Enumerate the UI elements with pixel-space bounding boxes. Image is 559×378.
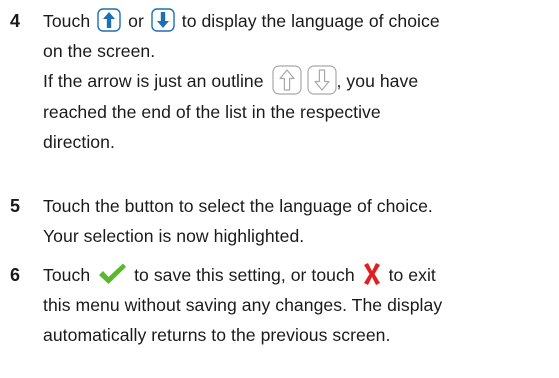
text-segment: to save this setting, or touch [134,265,355,285]
step-line: automatically returns to the previous sc… [43,325,391,345]
step-text: Touch the button to select the language … [43,191,559,251]
step-text: Touch to save this setting, or touch to … [43,260,559,350]
step-line: this menu without saving any changes. Th… [43,295,443,315]
arrow-down-outline-icon [306,65,337,95]
text-segment: or [128,11,144,31]
text-segment: If the arrow is just an outline [43,71,264,91]
text-segment: Touch [43,11,91,31]
checkmark-icon [97,262,127,286]
instruction-page: 4 Touch or to display the language of ch… [0,0,559,378]
arrow-up-filled-icon [97,8,121,33]
step-line: Touch to save this setting, or touch to … [43,260,559,290]
step-line: Your selection is now highlighted. [43,226,305,246]
step-text: Touch or to display the language of choi… [43,6,559,157]
step-number: 6 [10,265,21,285]
step-line: Touch or to display the language of choi… [43,6,559,36]
arrow-down-filled-icon [151,8,175,33]
step-line: direction. [43,132,115,153]
step-number: 4 [10,11,21,31]
step-line: Touch the button to select the language … [43,196,433,216]
text-segment: to exit [388,265,436,285]
step-number: 5 [10,196,21,216]
text-segment: to display the language of choice [181,11,440,31]
step-line: on the screen. [43,41,156,61]
arrow-up-outline-icon [271,65,302,95]
text-segment: Touch [43,265,91,285]
step-line: If the arrow is just an outline , you ha… [43,65,559,97]
step-line: reached the end of the list in the respe… [43,102,381,123]
cross-icon [362,262,382,286]
text-segment: , you have [336,71,419,91]
